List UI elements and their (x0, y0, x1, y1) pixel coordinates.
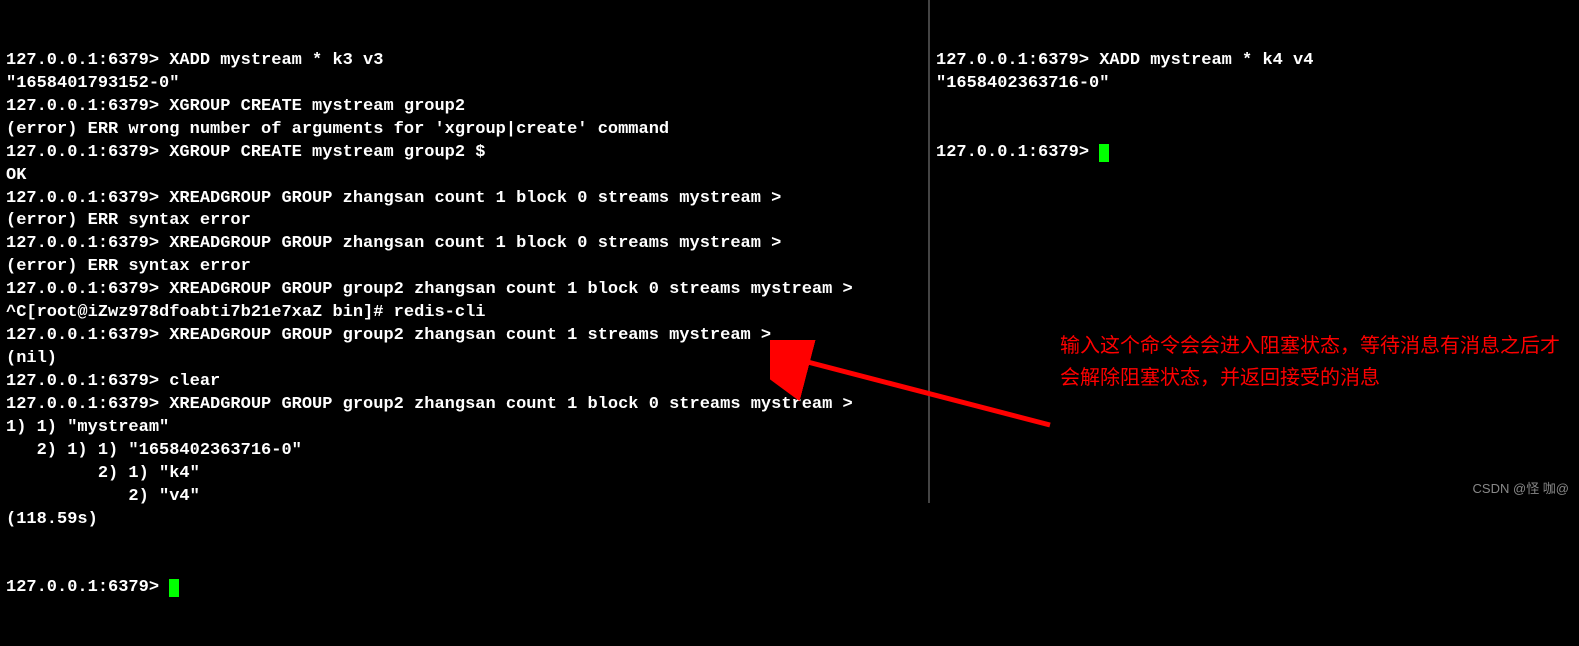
terminal-left-prompt-line[interactable]: 127.0.0.1:6379> (6, 577, 922, 600)
terminal-line: 127.0.0.1:6379> XREADGROUP GROUP group2 … (6, 279, 922, 302)
terminal-line: 2) 1) "k4" (6, 463, 922, 486)
terminal-line: (nil) (6, 348, 922, 371)
terminal-line: (error) ERR syntax error (6, 210, 922, 233)
terminal-line: 127.0.0.1:6379> XADD mystream * k3 v3 (6, 50, 922, 73)
terminal-line: 127.0.0.1:6379> XREADGROUP GROUP group2 … (6, 394, 922, 417)
terminal-line: 127.0.0.1:6379> XGROUP CREATE mystream g… (6, 142, 922, 165)
terminal-line: "1658402363716-0" (936, 73, 1573, 96)
terminal-right-output: 127.0.0.1:6379> XADD mystream * k4 v4"16… (936, 50, 1573, 96)
terminal-right-prompt: 127.0.0.1:6379> (936, 143, 1099, 162)
terminal-right-prompt-line[interactable]: 127.0.0.1:6379> (936, 142, 1573, 165)
terminal-line: 127.0.0.1:6379> XADD mystream * k4 v4 (936, 50, 1573, 73)
cursor-icon (1099, 144, 1109, 162)
terminal-line: "1658401793152-0" (6, 73, 922, 96)
terminal-line: 2) "v4" (6, 486, 922, 509)
terminal-line: OK (6, 165, 922, 188)
terminal-line: 127.0.0.1:6379> XREADGROUP GROUP group2 … (6, 325, 922, 348)
terminal-left-pane[interactable]: 127.0.0.1:6379> XADD mystream * k3 v3"16… (0, 0, 930, 503)
terminal-line: ^C[root@iZwz978dfoabti7b21e7xaZ bin]# re… (6, 302, 922, 325)
split-terminal-container: 127.0.0.1:6379> XADD mystream * k3 v3"16… (0, 0, 1579, 503)
terminal-line: 2) 1) 1) "1658402363716-0" (6, 440, 922, 463)
terminal-line: 127.0.0.1:6379> XREADGROUP GROUP zhangsa… (6, 233, 922, 256)
watermark-text: CSDN @怪 咖@ (1473, 478, 1569, 497)
terminal-left-prompt: 127.0.0.1:6379> (6, 578, 169, 597)
terminal-right-pane[interactable]: 127.0.0.1:6379> XADD mystream * k4 v4"16… (930, 0, 1579, 503)
terminal-line: (error) ERR wrong number of arguments fo… (6, 119, 922, 142)
terminal-line: 127.0.0.1:6379> XREADGROUP GROUP zhangsa… (6, 188, 922, 211)
terminal-line: 127.0.0.1:6379> XGROUP CREATE mystream g… (6, 96, 922, 119)
terminal-line: (error) ERR syntax error (6, 256, 922, 279)
cursor-icon (169, 579, 179, 597)
annotation-text: 输入这个命令会会进入阻塞状态，等待消息有消息之后才会解除阻塞状态，并返回接受的消… (1060, 330, 1560, 394)
terminal-line: 127.0.0.1:6379> clear (6, 371, 922, 394)
terminal-left-output: 127.0.0.1:6379> XADD mystream * k3 v3"16… (6, 50, 922, 532)
terminal-line: 1) 1) "mystream" (6, 417, 922, 440)
terminal-line: (118.59s) (6, 509, 922, 532)
